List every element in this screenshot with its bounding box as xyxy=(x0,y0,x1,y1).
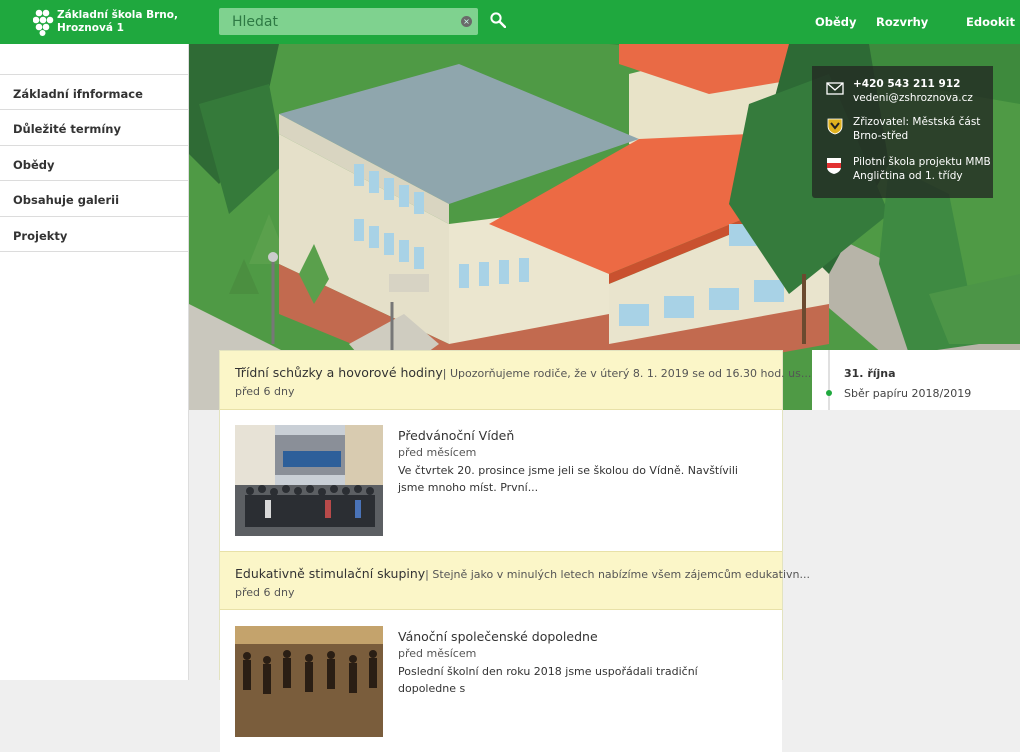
notice-title: Edukativně stimulační skupiny| Stejně ja… xyxy=(235,566,810,581)
clear-search-icon[interactable]: × xyxy=(461,16,472,27)
notice-time: před 6 dny xyxy=(235,385,295,398)
top-bar: Základní škola Brno, Hroznová 1 × Obědy … xyxy=(0,0,1020,44)
notice-title-text: Třídní schůzky a hovorové hodiny xyxy=(235,365,443,380)
timeline-dot xyxy=(826,390,832,396)
nav-obedy[interactable]: Obědy xyxy=(815,15,857,29)
timeline-line xyxy=(828,350,830,410)
brno-flag-icon xyxy=(827,158,841,174)
contact-info-panel: +420 543 211 912 vedeni@zshroznova.cz Zř… xyxy=(812,66,993,198)
search-input[interactable] xyxy=(219,8,459,35)
search-box: × xyxy=(219,8,478,35)
sidebar-item-dulezite-terminy[interactable]: Důležité termíny xyxy=(0,109,189,145)
nav-rozvrhy[interactable]: Rozvrhy xyxy=(876,15,928,29)
notice-item[interactable]: Edukativně stimulační skupiny| Stejně ja… xyxy=(220,551,810,610)
article-time: před měsícem xyxy=(398,647,477,660)
article-title[interactable]: Předvánoční Vídeň xyxy=(398,428,514,443)
search-icon[interactable] xyxy=(490,12,506,28)
city-coat-of-arms-icon xyxy=(827,118,843,135)
notice-title: Třídní schůzky a hovorové hodiny| Upozor… xyxy=(235,365,811,380)
events-panel: 31. října Sběr papíru 2018/2019 xyxy=(812,350,1020,410)
article-excerpt: Poslední školní den roku 2018 jsme uspoř… xyxy=(398,665,698,695)
notice-time: před 6 dny xyxy=(235,586,295,599)
email-link[interactable]: vedeni@zshroznova.cz xyxy=(853,91,1003,105)
event-date: 31. října xyxy=(844,367,896,380)
sidebar-item-zakladni-informace[interactable]: Základní ifnformace xyxy=(0,74,189,110)
news-feed: Třídní schůzky a hovorové hodiny| Upozor… xyxy=(219,350,811,752)
pilot-text[interactable]: Pilotní škola projektu MMB Angličtina od… xyxy=(853,155,1003,183)
founder-text[interactable]: Zřizovatel: Městská část Brno-střed xyxy=(853,115,1003,143)
phone-email-icon xyxy=(826,82,844,95)
nav-edookit[interactable]: Edookit xyxy=(966,15,1015,29)
sidebar-item-obedy[interactable]: Obědy xyxy=(0,145,189,181)
notice-excerpt: | Stejně jako v minulých letech nabízíme… xyxy=(425,568,810,581)
article-item[interactable]: Předvánoční Vídeň před měsícem Ve čtvrte… xyxy=(220,410,782,551)
notice-item[interactable]: Třídní schůzky a hovorové hodiny| Upozor… xyxy=(220,351,811,410)
article-title[interactable]: Vánoční společenské dopoledne xyxy=(398,629,598,644)
article-thumbnail[interactable] xyxy=(235,626,383,737)
notice-title-text: Edukativně stimulační skupiny xyxy=(235,566,426,581)
article-excerpt: Ve čtvrtek 20. prosince jsme jeli se ško… xyxy=(398,464,738,494)
article-time: před měsícem xyxy=(398,446,477,459)
sidebar-item-projekty[interactable]: Projekty xyxy=(0,216,189,252)
article-thumbnail[interactable] xyxy=(235,425,383,536)
school-logo-icon[interactable] xyxy=(33,8,55,36)
phone-number[interactable]: +420 543 211 912 xyxy=(853,77,1003,91)
sidebar-item-galerie[interactable]: Obsahuje galerii xyxy=(0,180,189,216)
notice-excerpt: | Upozorňujeme rodiče, že v úterý 8. 1. … xyxy=(442,367,812,380)
school-name-line1: Základní škola Brno, xyxy=(57,9,178,21)
sidebar: Základní ifnformace Důležité termíny Obě… xyxy=(0,44,189,680)
article-item[interactable]: Vánoční společenské dopoledne před měsíc… xyxy=(220,611,782,752)
school-name[interactable]: Základní škola Brno, Hroznová 1 xyxy=(57,9,178,35)
event-name[interactable]: Sběr papíru 2018/2019 xyxy=(844,387,971,400)
school-name-line2: Hroznová 1 xyxy=(57,22,124,34)
